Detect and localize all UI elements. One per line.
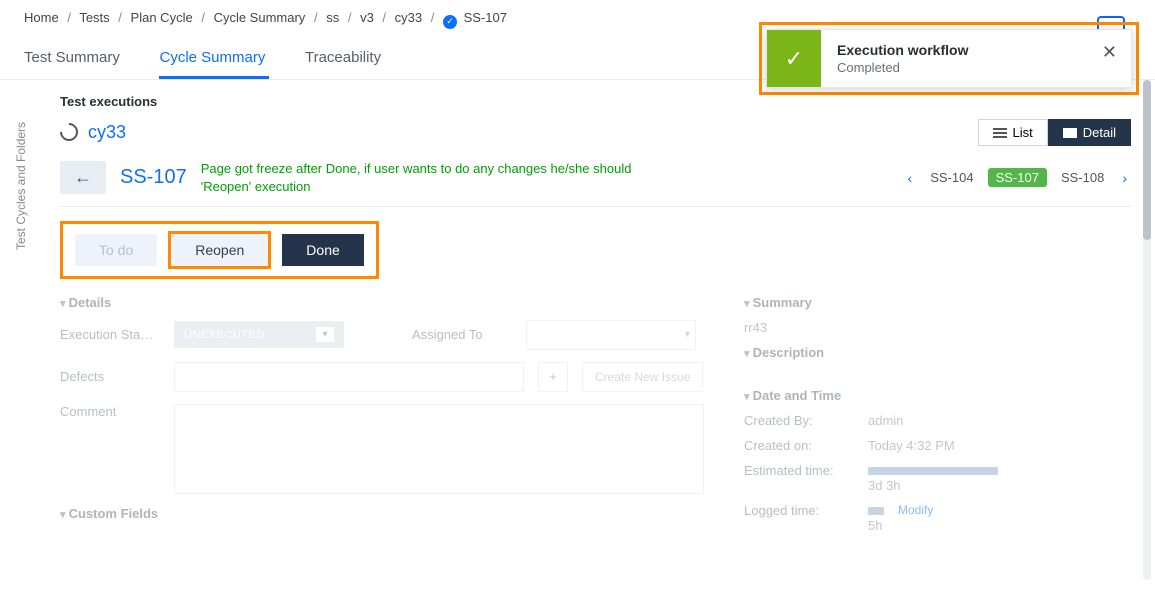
scrollbar[interactable] bbox=[1143, 80, 1151, 580]
crumb-cycle-summary[interactable]: Cycle Summary bbox=[214, 10, 306, 25]
view-toggle: ListDetail bbox=[978, 119, 1131, 146]
estimated-time-bar bbox=[868, 467, 998, 475]
modify-link[interactable]: Modify bbox=[898, 503, 933, 533]
check-circle-icon: ✓ bbox=[443, 15, 457, 29]
pager-prev[interactable]: ‹ bbox=[904, 170, 917, 186]
toast-success-icon: ✓ bbox=[767, 30, 821, 87]
caret-down-icon: ▾ bbox=[316, 327, 334, 342]
list-view-button[interactable]: List bbox=[978, 119, 1048, 146]
pager-next-id[interactable]: SS-108 bbox=[1055, 168, 1110, 187]
test-executions-title: Test executions bbox=[60, 94, 1131, 109]
crumb-home[interactable]: Home bbox=[24, 10, 59, 25]
issue-pager: ‹ SS-104 SS-107 SS-108 › bbox=[904, 168, 1131, 187]
description-section-head[interactable]: Description bbox=[744, 345, 1131, 360]
crumb-v3[interactable]: v3 bbox=[360, 10, 374, 25]
pager-prev-id[interactable]: SS-104 bbox=[924, 168, 979, 187]
toast-highlight-frame: ✓ Execution workflow Completed ✕ bbox=[759, 22, 1139, 95]
list-lines-icon bbox=[993, 128, 1007, 138]
exec-status-select[interactable]: UNEXECUTED ▾ bbox=[174, 321, 344, 348]
estimated-time-value: 3d 3h bbox=[868, 478, 901, 493]
cycle-name[interactable]: cy33 bbox=[88, 122, 126, 143]
toast-close-button[interactable]: ✕ bbox=[1088, 30, 1131, 87]
create-new-issue-button[interactable]: Create New Issue bbox=[582, 362, 703, 392]
defects-input[interactable] bbox=[174, 362, 524, 392]
datetime-section-head[interactable]: Date and Time bbox=[744, 388, 1131, 403]
toast-title: Execution workflow bbox=[837, 42, 1072, 58]
created-on-label: Created on: bbox=[744, 438, 854, 453]
done-button[interactable]: Done bbox=[282, 234, 363, 266]
toast-subtitle: Completed bbox=[837, 60, 1072, 75]
summary-value: rr43 bbox=[744, 320, 767, 335]
annotation-text: Page got freeze after Done, if user want… bbox=[201, 160, 681, 196]
workflow-actions: To do Reopen Done bbox=[60, 221, 379, 279]
detail-block-icon bbox=[1063, 128, 1077, 138]
todo-button[interactable]: To do bbox=[75, 234, 157, 266]
tab-traceability[interactable]: Traceability bbox=[305, 39, 385, 76]
pager-next[interactable]: › bbox=[1118, 170, 1131, 186]
created-on-value: Today 4:32 PM bbox=[868, 438, 955, 453]
created-by-label: Created By: bbox=[744, 413, 854, 428]
crumb-tests[interactable]: Tests bbox=[79, 10, 109, 25]
reopen-button[interactable]: Reopen bbox=[171, 234, 268, 266]
comment-textarea[interactable] bbox=[174, 404, 704, 494]
toast: ✓ Execution workflow Completed ✕ bbox=[766, 29, 1132, 88]
crumb-ss[interactable]: ss bbox=[326, 10, 339, 25]
comment-label: Comment bbox=[60, 404, 160, 419]
tab-test-summary[interactable]: Test Summary bbox=[24, 39, 124, 76]
created-by-value: admin bbox=[868, 413, 903, 428]
crumb-plan-cycle[interactable]: Plan Cycle bbox=[131, 10, 193, 25]
logged-time-bar bbox=[868, 507, 884, 515]
summary-section-head[interactable]: Summary bbox=[744, 295, 1131, 310]
logged-time-label: Logged time: bbox=[744, 503, 854, 533]
exec-status-value: UNEXECUTED bbox=[184, 329, 265, 341]
tab-cycle-summary[interactable]: Cycle Summary bbox=[159, 39, 269, 79]
refresh-icon[interactable] bbox=[56, 119, 81, 144]
defects-label: Defects bbox=[60, 369, 160, 384]
back-button[interactable]: ← bbox=[60, 161, 106, 194]
caret-down-icon: ▾ bbox=[685, 329, 690, 340]
crumb-current[interactable]: SS-107 bbox=[464, 10, 507, 25]
details-section-head[interactable]: Details bbox=[60, 295, 704, 310]
pager-current-id: SS-107 bbox=[988, 168, 1047, 187]
exec-status-label: Execution Sta… bbox=[60, 327, 160, 342]
assigned-to-select[interactable]: ▾ bbox=[526, 320, 696, 350]
estimated-time-label: Estimated time: bbox=[744, 463, 854, 493]
assigned-to-label: Assigned To bbox=[412, 327, 512, 342]
issue-id[interactable]: SS-107 bbox=[120, 166, 187, 189]
scrollbar-thumb[interactable] bbox=[1143, 80, 1151, 240]
crumb-cy33[interactable]: cy33 bbox=[395, 10, 422, 25]
logged-time-value: 5h bbox=[868, 518, 882, 533]
detail-view-button[interactable]: Detail bbox=[1048, 119, 1131, 146]
custom-fields-section-head[interactable]: Custom Fields bbox=[60, 506, 704, 521]
add-defect-button[interactable]: + bbox=[538, 362, 568, 392]
